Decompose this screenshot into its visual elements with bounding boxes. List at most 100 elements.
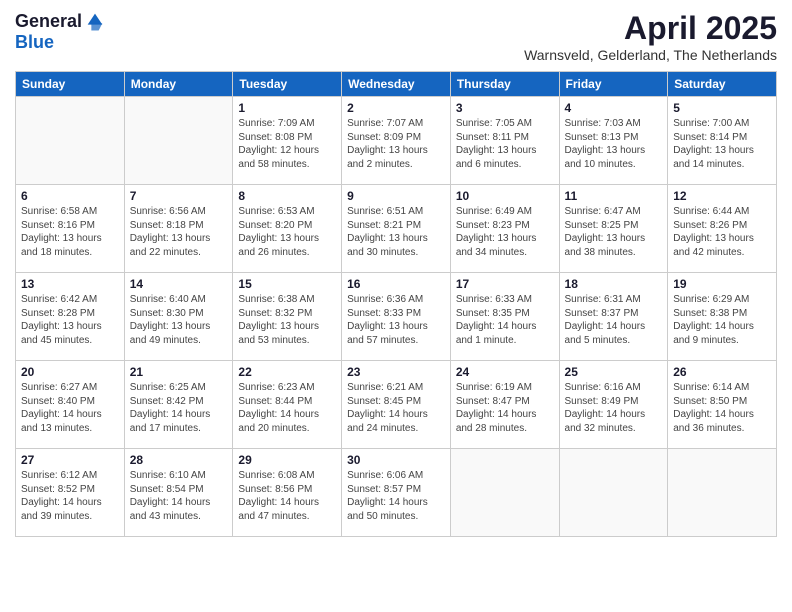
day-number: 13 [21,277,119,291]
day-info: Sunrise: 6:44 AM Sunset: 8:26 PM Dayligh… [673,205,771,259]
col-sunday: Sunday [16,72,125,97]
day-number: 26 [673,365,771,379]
day-number: 19 [673,277,771,291]
day-number: 14 [130,277,228,291]
calendar-cell: 30 Sunrise: 6:06 AM Sunset: 8:57 PM Dayli… [342,449,451,537]
calendar-header-row: Sunday Monday Tuesday Wednesday Thursday… [16,72,777,97]
day-number: 3 [456,101,554,115]
calendar-cell: 10 Sunrise: 6:49 AM Sunset: 8:23 PM Dayli… [450,185,559,273]
calendar-cell [668,449,777,537]
day-number: 10 [456,189,554,203]
logo: General Blue [15,10,106,53]
day-number: 23 [347,365,445,379]
day-info: Sunrise: 6:31 AM Sunset: 8:37 PM Dayligh… [565,293,663,347]
calendar-cell [559,449,668,537]
calendar-cell: 16Sunrise: 6:36 AM Sunset: 8:33 PM Dayli… [342,273,451,361]
day-info: Sunrise: 6:40 AM Sunset: 8:30 PM Dayligh… [130,293,228,347]
day-number: 27 [21,453,119,467]
logo-general: General [15,11,82,32]
header: General Blue April 2025 Warnsveld, Gelde… [15,10,777,63]
calendar-cell: 17Sunrise: 6:33 AM Sunset: 8:35 PM Dayli… [450,273,559,361]
day-number: 29 [238,453,336,467]
day-number: 20 [21,365,119,379]
day-info: Sunrise: 6:21 AM Sunset: 8:45 PM Dayligh… [347,381,445,435]
day-number: 5 [673,101,771,115]
day-info: Sunrise: 7:09 AM Sunset: 8:08 PM Dayligh… [238,117,336,171]
day-number: 30 [347,453,445,467]
day-info: Sunrise: 6:19 AM Sunset: 8:47 PM Dayligh… [456,381,554,435]
day-info: Sunrise: 6:14 AM Sunset: 8:50 PM Dayligh… [673,381,771,435]
calendar-cell: 2Sunrise: 7:07 AM Sunset: 8:09 PM Daylig… [342,97,451,185]
day-info: Sunrise: 6:29 AM Sunset: 8:38 PM Dayligh… [673,293,771,347]
day-info: Sunrise: 6:06 AM Sunset: 8:57 PM Dayligh… [347,469,445,523]
day-info: Sunrise: 7:05 AM Sunset: 8:11 PM Dayligh… [456,117,554,171]
calendar-cell: 4 Sunrise: 7:03 AM Sunset: 8:13 PM Daylig… [559,97,668,185]
calendar-cell: 23 Sunrise: 6:21 AM Sunset: 8:45 PM Dayli… [342,361,451,449]
day-info: Sunrise: 6:47 AM Sunset: 8:25 PM Dayligh… [565,205,663,259]
day-info: Sunrise: 6:25 AM Sunset: 8:42 PM Dayligh… [130,381,228,435]
day-info: Sunrise: 6:12 AM Sunset: 8:52 PM Dayligh… [21,469,119,523]
day-number: 22 [238,365,336,379]
calendar-cell: 22Sunrise: 6:23 AM Sunset: 8:44 PM Dayli… [233,361,342,449]
day-info: Sunrise: 6:38 AM Sunset: 8:32 PM Dayligh… [238,293,336,347]
day-info: Sunrise: 6:53 AM Sunset: 8:20 PM Dayligh… [238,205,336,259]
title-block: April 2025 Warnsveld, Gelderland, The Ne… [524,10,777,63]
calendar-cell: 5 Sunrise: 7:00 AM Sunset: 8:14 PM Daylig… [668,97,777,185]
week-row-5: 27 Sunrise: 6:12 AM Sunset: 8:52 PM Dayli… [16,449,777,537]
calendar-cell: 12 Sunrise: 6:44 AM Sunset: 8:26 PM Dayli… [668,185,777,273]
col-thursday: Thursday [450,72,559,97]
calendar-cell: 8 Sunrise: 6:53 AM Sunset: 8:20 PM Daylig… [233,185,342,273]
calendar-cell: 18 Sunrise: 6:31 AM Sunset: 8:37 PM Dayli… [559,273,668,361]
day-number: 9 [347,189,445,203]
day-info: Sunrise: 6:08 AM Sunset: 8:56 PM Dayligh… [238,469,336,523]
col-saturday: Saturday [668,72,777,97]
day-number: 2 [347,101,445,115]
calendar-cell [124,97,233,185]
day-number: 12 [673,189,771,203]
day-number: 1 [238,101,336,115]
day-number: 21 [130,365,228,379]
week-row-2: 6Sunrise: 6:58 AM Sunset: 8:16 PM Daylig… [16,185,777,273]
calendar-cell [450,449,559,537]
calendar-cell: 29 Sunrise: 6:08 AM Sunset: 8:56 PM Dayli… [233,449,342,537]
day-info: Sunrise: 7:00 AM Sunset: 8:14 PM Dayligh… [673,117,771,171]
day-number: 25 [565,365,663,379]
calendar-cell: 1 Sunrise: 7:09 AM Sunset: 8:08 PM Daylig… [233,97,342,185]
calendar-cell: 24 Sunrise: 6:19 AM Sunset: 8:47 PM Dayli… [450,361,559,449]
col-friday: Friday [559,72,668,97]
logo-icon [84,10,106,32]
title-location: Warnsveld, Gelderland, The Netherlands [524,47,777,63]
week-row-1: 1 Sunrise: 7:09 AM Sunset: 8:08 PM Daylig… [16,97,777,185]
day-number: 18 [565,277,663,291]
calendar-cell [16,97,125,185]
day-number: 4 [565,101,663,115]
day-info: Sunrise: 6:33 AM Sunset: 8:35 PM Dayligh… [456,293,554,347]
col-tuesday: Tuesday [233,72,342,97]
col-monday: Monday [124,72,233,97]
day-info: Sunrise: 6:51 AM Sunset: 8:21 PM Dayligh… [347,205,445,259]
calendar-cell: 14 Sunrise: 6:40 AM Sunset: 8:30 PM Dayli… [124,273,233,361]
week-row-3: 13 Sunrise: 6:42 AM Sunset: 8:28 PM Dayli… [16,273,777,361]
day-info: Sunrise: 7:03 AM Sunset: 8:13 PM Dayligh… [565,117,663,171]
logo-blue: Blue [15,32,54,52]
calendar-cell: 9 Sunrise: 6:51 AM Sunset: 8:21 PM Daylig… [342,185,451,273]
title-month: April 2025 [524,10,777,47]
calendar-cell: 6Sunrise: 6:58 AM Sunset: 8:16 PM Daylig… [16,185,125,273]
day-number: 8 [238,189,336,203]
day-info: Sunrise: 6:42 AM Sunset: 8:28 PM Dayligh… [21,293,119,347]
page: General Blue April 2025 Warnsveld, Gelde… [0,0,792,612]
calendar-cell: 19 Sunrise: 6:29 AM Sunset: 8:38 PM Dayli… [668,273,777,361]
day-info: Sunrise: 6:58 AM Sunset: 8:16 PM Dayligh… [21,205,119,259]
calendar-cell: 15 Sunrise: 6:38 AM Sunset: 8:32 PM Dayli… [233,273,342,361]
day-info: Sunrise: 6:27 AM Sunset: 8:40 PM Dayligh… [21,381,119,435]
calendar-cell: 7Sunrise: 6:56 AM Sunset: 8:18 PM Daylig… [124,185,233,273]
day-info: Sunrise: 6:49 AM Sunset: 8:23 PM Dayligh… [456,205,554,259]
calendar-cell: 20 Sunrise: 6:27 AM Sunset: 8:40 PM Dayli… [16,361,125,449]
day-number: 15 [238,277,336,291]
col-wednesday: Wednesday [342,72,451,97]
day-number: 7 [130,189,228,203]
day-number: 24 [456,365,554,379]
day-number: 28 [130,453,228,467]
calendar-cell: 21 Sunrise: 6:25 AM Sunset: 8:42 PM Dayli… [124,361,233,449]
day-info: Sunrise: 6:36 AM Sunset: 8:33 PM Dayligh… [347,293,445,347]
